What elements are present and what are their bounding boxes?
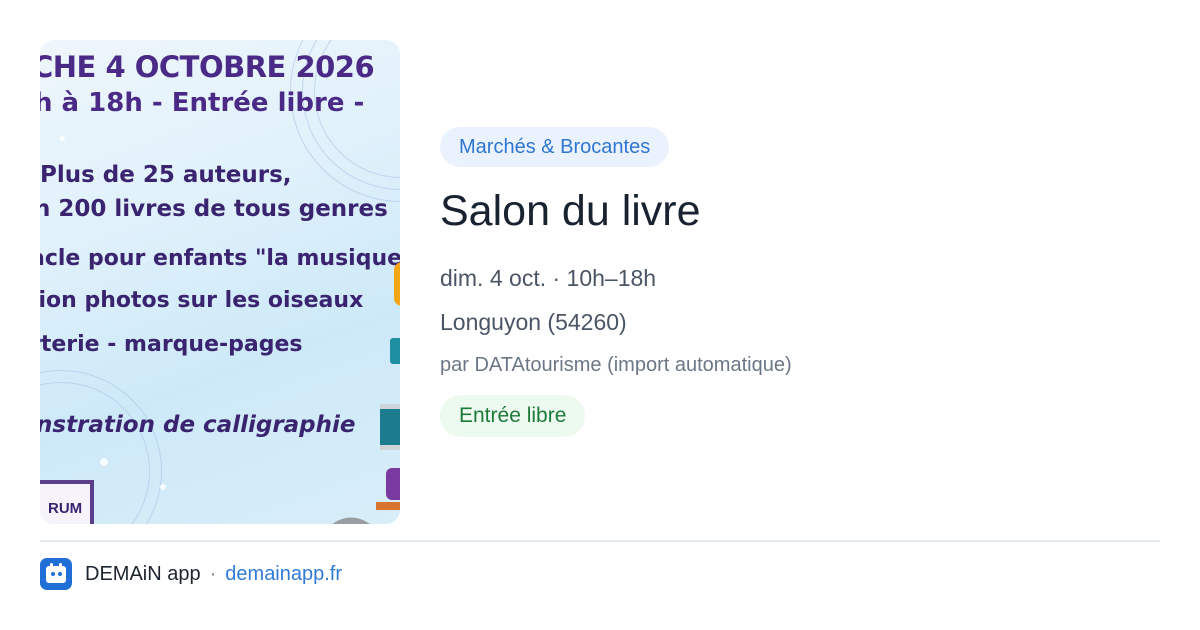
app-website-link[interactable]: demainapp.fr [225,563,342,586]
event-poster-image: CHE 4 OCTOBRE 2026 h à 18h - Entrée libr… [40,40,400,524]
poster-text-line: rterie - marque-pages [40,332,303,357]
category-badge[interactable]: Marchés & Brocantes [440,127,670,167]
poster-text-line: n 200 livres de tous genres [40,196,388,222]
poster-decoration [380,404,400,450]
event-source: par DATAtourisme (import automatique) [440,354,792,376]
footer-separator: · [209,562,217,585]
event-datetime: dim. 4 oct. · 10h–18h [440,265,657,291]
poster-text-line: Plus de 25 auteurs, [40,162,292,188]
calendar-face-icon [40,558,72,590]
price-badge: Entrée libre [440,395,586,437]
footer-divider [40,540,1160,542]
event-location: Longuyon (54260) [440,309,627,335]
poster-calligraphy-line: nstration de calligraphie [40,412,356,438]
event-title: Salon du livre [440,187,701,235]
poster-text-line: tion photos sur les oiseaux [40,288,364,313]
poster-decoration [394,262,400,306]
poster-decoration [386,468,400,500]
poster-date-line: CHE 4 OCTOBRE 2026 [40,50,375,84]
app-name: DEMAiN app [85,562,201,585]
poster-decoration [313,509,383,524]
poster-decoration [376,502,400,510]
footer: DEMAiN app · demainapp.fr [40,558,342,590]
poster-decoration [390,338,400,364]
poster-text-line: acle pour enfants "la musique" [40,246,400,271]
poster-forum-label: RUM [48,500,83,517]
poster-hours-line: h à 18h - Entrée libre - [40,88,365,118]
